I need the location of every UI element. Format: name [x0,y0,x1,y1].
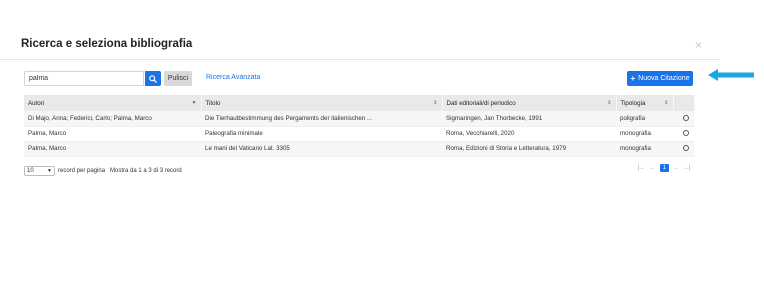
page-button-current[interactable]: 1 [659,164,669,172]
table-header-row: Autori ▼ Titolo ⇕ Dati editoriali/di perio… [24,95,695,111]
per-page-value: 10 [27,168,34,174]
cell-select [673,126,694,142]
cell-tipologia: monografia [616,141,673,157]
next-page-button[interactable]: → [673,165,679,171]
new-citation-label: Nuova Citazione [638,75,690,82]
cell-autori: Palma, Marco [24,126,201,142]
new-citation-button[interactable]: + Nuova Citazione [627,71,693,86]
record-info: Mostra da 1 a 3 di 3 record [110,168,182,174]
header-divider [0,59,720,60]
cell-dati: Roma, Edizioni di Storia e Letteratura, … [442,141,616,157]
pointer-arrow-icon [708,69,754,81]
first-page-button[interactable]: |← [638,165,646,171]
table-row[interactable]: Di Majo, Anna; Federici, Carlo; Palma, M… [24,111,694,127]
search-input[interactable] [24,71,144,86]
clear-button[interactable]: Pulisci [164,71,192,86]
results-table: Autori ▼ Titolo ⇕ Dati editoriali/di perio… [24,95,695,157]
column-header-dati[interactable]: Dati editoriali/di periodico ⇕ [442,95,617,111]
search-button[interactable] [145,71,161,86]
cell-titolo: Paleografia minimale [201,126,442,142]
per-page-label: record per pagina [58,168,106,174]
advanced-search-link[interactable]: Ricerca Avanzata [206,74,260,81]
cell-tipologia: monografia [616,126,673,142]
modal-title: Ricerca e seleziona bibliografia [21,38,193,50]
plus-icon: + [630,73,636,83]
close-icon[interactable]: × [695,38,702,52]
table-row[interactable]: Palma, Marco Le mani del Vaticano Lat. 3… [24,141,694,157]
last-page-button[interactable]: →| [683,165,691,171]
column-header-tipologia[interactable]: Tipologia ⇕ [616,95,674,111]
select-radio[interactable] [683,130,689,137]
cell-select [673,141,694,157]
search-icon [149,74,157,83]
column-header-select [673,95,695,111]
column-header-titolo[interactable]: Titolo ⇕ [201,95,443,111]
sort-icon: ⇕ [664,100,669,106]
cell-dati: Roma, Vecchiarelli, 2020 [442,126,616,142]
cell-dati: Sigmaringen, Jan Thorbecke, 1991 [442,111,616,127]
per-page-select[interactable]: 10 ▼ [24,166,55,176]
chevron-down-icon: ▼ [47,168,52,174]
select-radio[interactable] [683,115,689,122]
sort-desc-icon: ▼ [191,100,197,106]
select-radio[interactable] [683,145,689,152]
cell-titolo: Die Tierhautbestimmung des Pergaments de… [201,111,442,127]
cell-autori: Palma, Marco [24,141,201,157]
cell-select [673,111,694,127]
prev-page-button[interactable]: ← [650,165,656,171]
cell-titolo: Le mani del Vaticano Lat. 3305 [201,141,442,157]
sort-icon: ⇕ [433,100,438,106]
cell-autori: Di Majo, Anna; Federici, Carlo; Palma, M… [24,111,201,127]
table-row[interactable]: Palma, Marco Paleografia minimale Roma, … [24,126,694,142]
pagination: |← ← 1 → →| [638,164,690,172]
column-header-autori[interactable]: Autori ▼ [24,95,202,111]
cell-tipologia: poligrafia [616,111,673,127]
sort-icon: ⇕ [607,100,612,106]
